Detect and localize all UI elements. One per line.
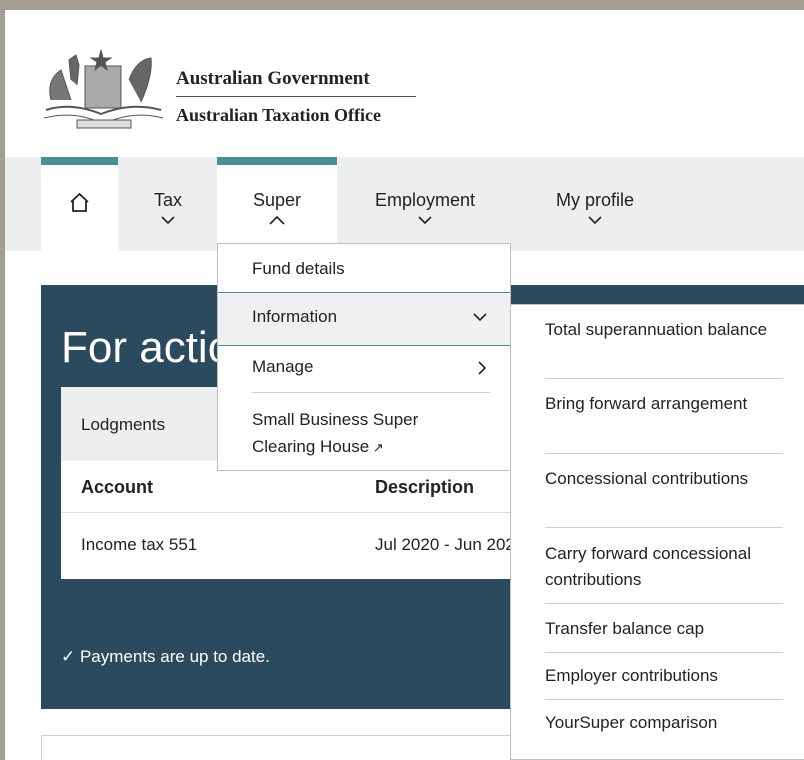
chevron-down-icon bbox=[473, 313, 487, 322]
nav-my-profile-label: My profile bbox=[555, 190, 635, 210]
submenu-divider bbox=[545, 453, 783, 454]
submenu-divider bbox=[545, 603, 783, 604]
table-divider bbox=[61, 512, 531, 513]
chevron-down-icon bbox=[588, 216, 602, 225]
menu-item-manage[interactable]: Manage bbox=[218, 347, 510, 391]
nav-tax[interactable]: Tax bbox=[118, 157, 218, 251]
chevron-right-icon bbox=[478, 361, 487, 375]
menu-item-small-business-super[interactable]: Small Business Super Clearing House ↗ bbox=[218, 394, 510, 470]
payment-status-text: Payments are up to date. bbox=[79, 647, 270, 666]
payment-status: ✓ Payments are up to date. bbox=[61, 647, 270, 667]
home-icon bbox=[70, 192, 89, 212]
menu-item-label: Manage bbox=[252, 357, 314, 376]
chevron-down-icon bbox=[418, 216, 432, 225]
agency-title: Australian Taxation Office bbox=[176, 105, 382, 125]
nav-super-label: Super bbox=[252, 190, 302, 210]
submenu-divider bbox=[545, 652, 783, 653]
submenu-divider bbox=[545, 378, 783, 379]
coat-of-arms-logo bbox=[43, 49, 164, 129]
header-divider bbox=[176, 96, 416, 97]
menu-item-label: Fund details bbox=[252, 259, 345, 278]
information-submenu: Total superannuation balance Bring forwa… bbox=[510, 304, 804, 760]
menu-divider bbox=[252, 392, 490, 393]
nav-my-profile[interactable]: My profile bbox=[535, 157, 655, 251]
menu-item-label: Small Business Super Clearing House ↗ bbox=[252, 410, 419, 456]
submenu-item-carry-forward[interactable]: Carry forward concessional contributions bbox=[545, 541, 785, 593]
submenu-item-transfer-balance-cap[interactable]: Transfer balance cap bbox=[545, 616, 785, 642]
chevron-up-icon bbox=[269, 215, 285, 225]
secondary-card bbox=[41, 735, 511, 760]
nav-super[interactable]: Super bbox=[217, 157, 337, 251]
submenu-item-concessional[interactable]: Concessional contributions bbox=[545, 466, 785, 492]
column-header-description: Description bbox=[375, 477, 475, 497]
row-account[interactable]: Income tax 551 bbox=[81, 535, 197, 555]
submenu-item-employer-contributions[interactable]: Employer contributions bbox=[545, 663, 785, 689]
submenu-divider bbox=[545, 527, 783, 528]
submenu-item-bring-forward[interactable]: Bring forward arrangement bbox=[545, 391, 785, 417]
row-description: Jul 2020 - Jun 2021 bbox=[375, 535, 525, 554]
nav-employment[interactable]: Employment bbox=[345, 157, 505, 251]
nav-employment-label: Employment bbox=[374, 190, 476, 210]
column-header-account: Account bbox=[81, 477, 153, 497]
chevron-down-icon bbox=[161, 216, 175, 225]
government-title: Australian Government bbox=[176, 68, 370, 89]
menu-item-information[interactable]: Information bbox=[218, 292, 510, 346]
nav-home[interactable] bbox=[41, 157, 118, 251]
menu-item-fund-details[interactable]: Fund details bbox=[218, 244, 510, 290]
check-icon: ✓ bbox=[61, 647, 80, 666]
main-nav: Tax Super Employment My profile bbox=[5, 157, 804, 251]
submenu-item-total-super-balance[interactable]: Total superannuation balance bbox=[545, 317, 785, 343]
submenu-divider bbox=[545, 699, 783, 700]
menu-item-label: Information bbox=[252, 307, 338, 326]
nav-tax-label: Tax bbox=[153, 190, 182, 210]
tab-lodgments-label: Lodgments bbox=[81, 415, 166, 434]
submenu-item-yoursuper-comparison[interactable]: YourSuper comparison bbox=[545, 710, 785, 736]
page: Australian Government Australian Taxatio… bbox=[5, 10, 804, 760]
super-dropdown-menu: Fund details Information Manage Small Bu… bbox=[217, 243, 511, 471]
external-link-icon: ↗ bbox=[369, 440, 384, 455]
